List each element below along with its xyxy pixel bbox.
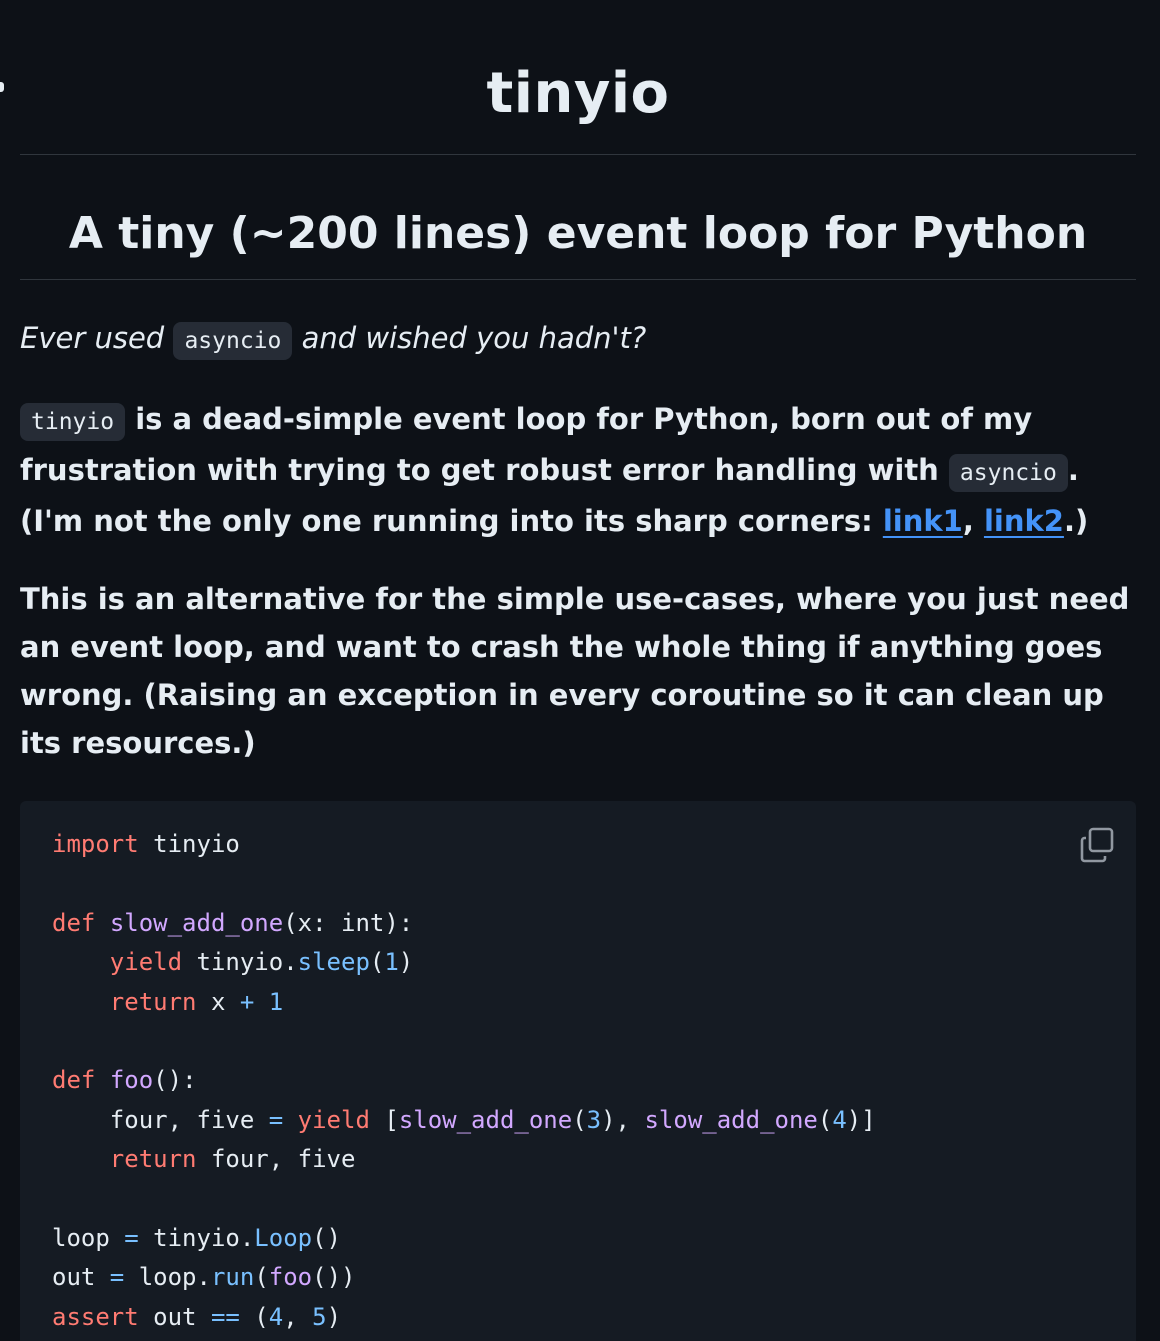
keyword-def: def xyxy=(52,1066,96,1095)
link-1[interactable]: link1 xyxy=(883,504,963,538)
code-token: ( xyxy=(239,1302,269,1331)
code-token: , xyxy=(283,1302,313,1331)
number-literal: 4 xyxy=(832,1105,847,1134)
inline-code-asyncio: asyncio xyxy=(173,322,293,360)
code-token: ( xyxy=(369,948,385,977)
function-name: foo xyxy=(109,1066,154,1095)
code-token: loop xyxy=(52,1224,125,1253)
number-literal: 5 xyxy=(312,1302,327,1331)
intro-text-after: and wished you hadn't? xyxy=(292,321,647,355)
link-2[interactable]: link2 xyxy=(984,504,1064,538)
code-token: tinyio. xyxy=(138,1224,255,1253)
operator: = xyxy=(268,1105,284,1134)
code-token: () xyxy=(312,1224,341,1253)
keyword-yield: yield xyxy=(297,1105,370,1134)
code-token: out xyxy=(138,1302,211,1331)
code-token: ( xyxy=(254,1263,269,1292)
intro-text-before: Ever used xyxy=(20,321,174,355)
description-text-3: .) xyxy=(1063,504,1089,538)
code-token: tinyio. xyxy=(182,948,298,977)
code-token: (x: int): xyxy=(283,908,414,937)
code-token: )] xyxy=(846,1105,876,1134)
number-literal: 4 xyxy=(268,1302,284,1331)
code-token: ( xyxy=(572,1105,587,1134)
keyword-assert: assert xyxy=(52,1302,139,1331)
number-literal: 1 xyxy=(268,987,284,1016)
link-separator: , xyxy=(962,504,984,538)
operator: + xyxy=(239,987,255,1016)
code-token: ) xyxy=(326,1302,342,1331)
keyword-yield: yield xyxy=(109,948,183,977)
function-name: slow_add_one xyxy=(644,1105,818,1134)
section-heading: A tiny (~200 lines) event loop for Pytho… xyxy=(20,155,1136,280)
code-token: [ xyxy=(369,1105,399,1134)
function-name: slow_add_one xyxy=(109,908,284,937)
number-literal: 3 xyxy=(586,1105,602,1134)
code-token: four, five xyxy=(196,1145,356,1174)
function-name: foo xyxy=(268,1263,313,1292)
code-block: import tinyio def slow_add_one(x: int): … xyxy=(20,801,1136,1341)
code-token: out xyxy=(52,1263,110,1292)
window-edge-marker xyxy=(0,82,4,92)
code-token: ), xyxy=(601,1105,645,1134)
description-text-1: is a dead-simple event loop for Python, … xyxy=(20,402,1033,487)
number-literal: 1 xyxy=(384,948,399,977)
method-name: sleep xyxy=(297,948,370,977)
code-token: ) xyxy=(398,948,414,977)
inline-code-asyncio-2: asyncio xyxy=(948,454,1068,492)
readme-content: tinyio A tiny (~200 lines) event loop fo… xyxy=(20,0,1136,1341)
code-token: loop. xyxy=(124,1263,211,1292)
code-token: four, five xyxy=(109,1105,269,1134)
operator: = xyxy=(109,1263,125,1292)
alternative-paragraph: This is an alternative for the simple us… xyxy=(20,582,1130,760)
intro-paragraph: Ever used asyncio and wished you hadn't? xyxy=(20,314,1136,365)
operator: = xyxy=(124,1224,139,1253)
keyword-def: def xyxy=(52,908,96,937)
copy-icon[interactable] xyxy=(1078,825,1118,865)
inline-code-tinyio: tinyio xyxy=(20,403,126,441)
method-name: run xyxy=(210,1263,255,1292)
keyword-return: return xyxy=(109,1145,197,1174)
page-title: tinyio xyxy=(20,0,1136,155)
function-name: slow_add_one xyxy=(398,1105,573,1134)
description-paragraph: tinyio is a dead-simple event loop for P… xyxy=(20,395,1136,545)
operator: == xyxy=(210,1302,240,1331)
code-token: tinyio xyxy=(138,830,240,858)
keyword-import: import xyxy=(52,830,139,858)
class-name: Loop xyxy=(254,1224,313,1253)
code-listing[interactable]: import tinyio def slow_add_one(x: int): … xyxy=(52,825,1104,1337)
keyword-return: return xyxy=(109,987,197,1016)
code-token: x xyxy=(196,987,240,1016)
code-token: ( xyxy=(817,1105,833,1134)
code-token: ()) xyxy=(312,1263,356,1292)
code-token: (): xyxy=(153,1066,197,1095)
